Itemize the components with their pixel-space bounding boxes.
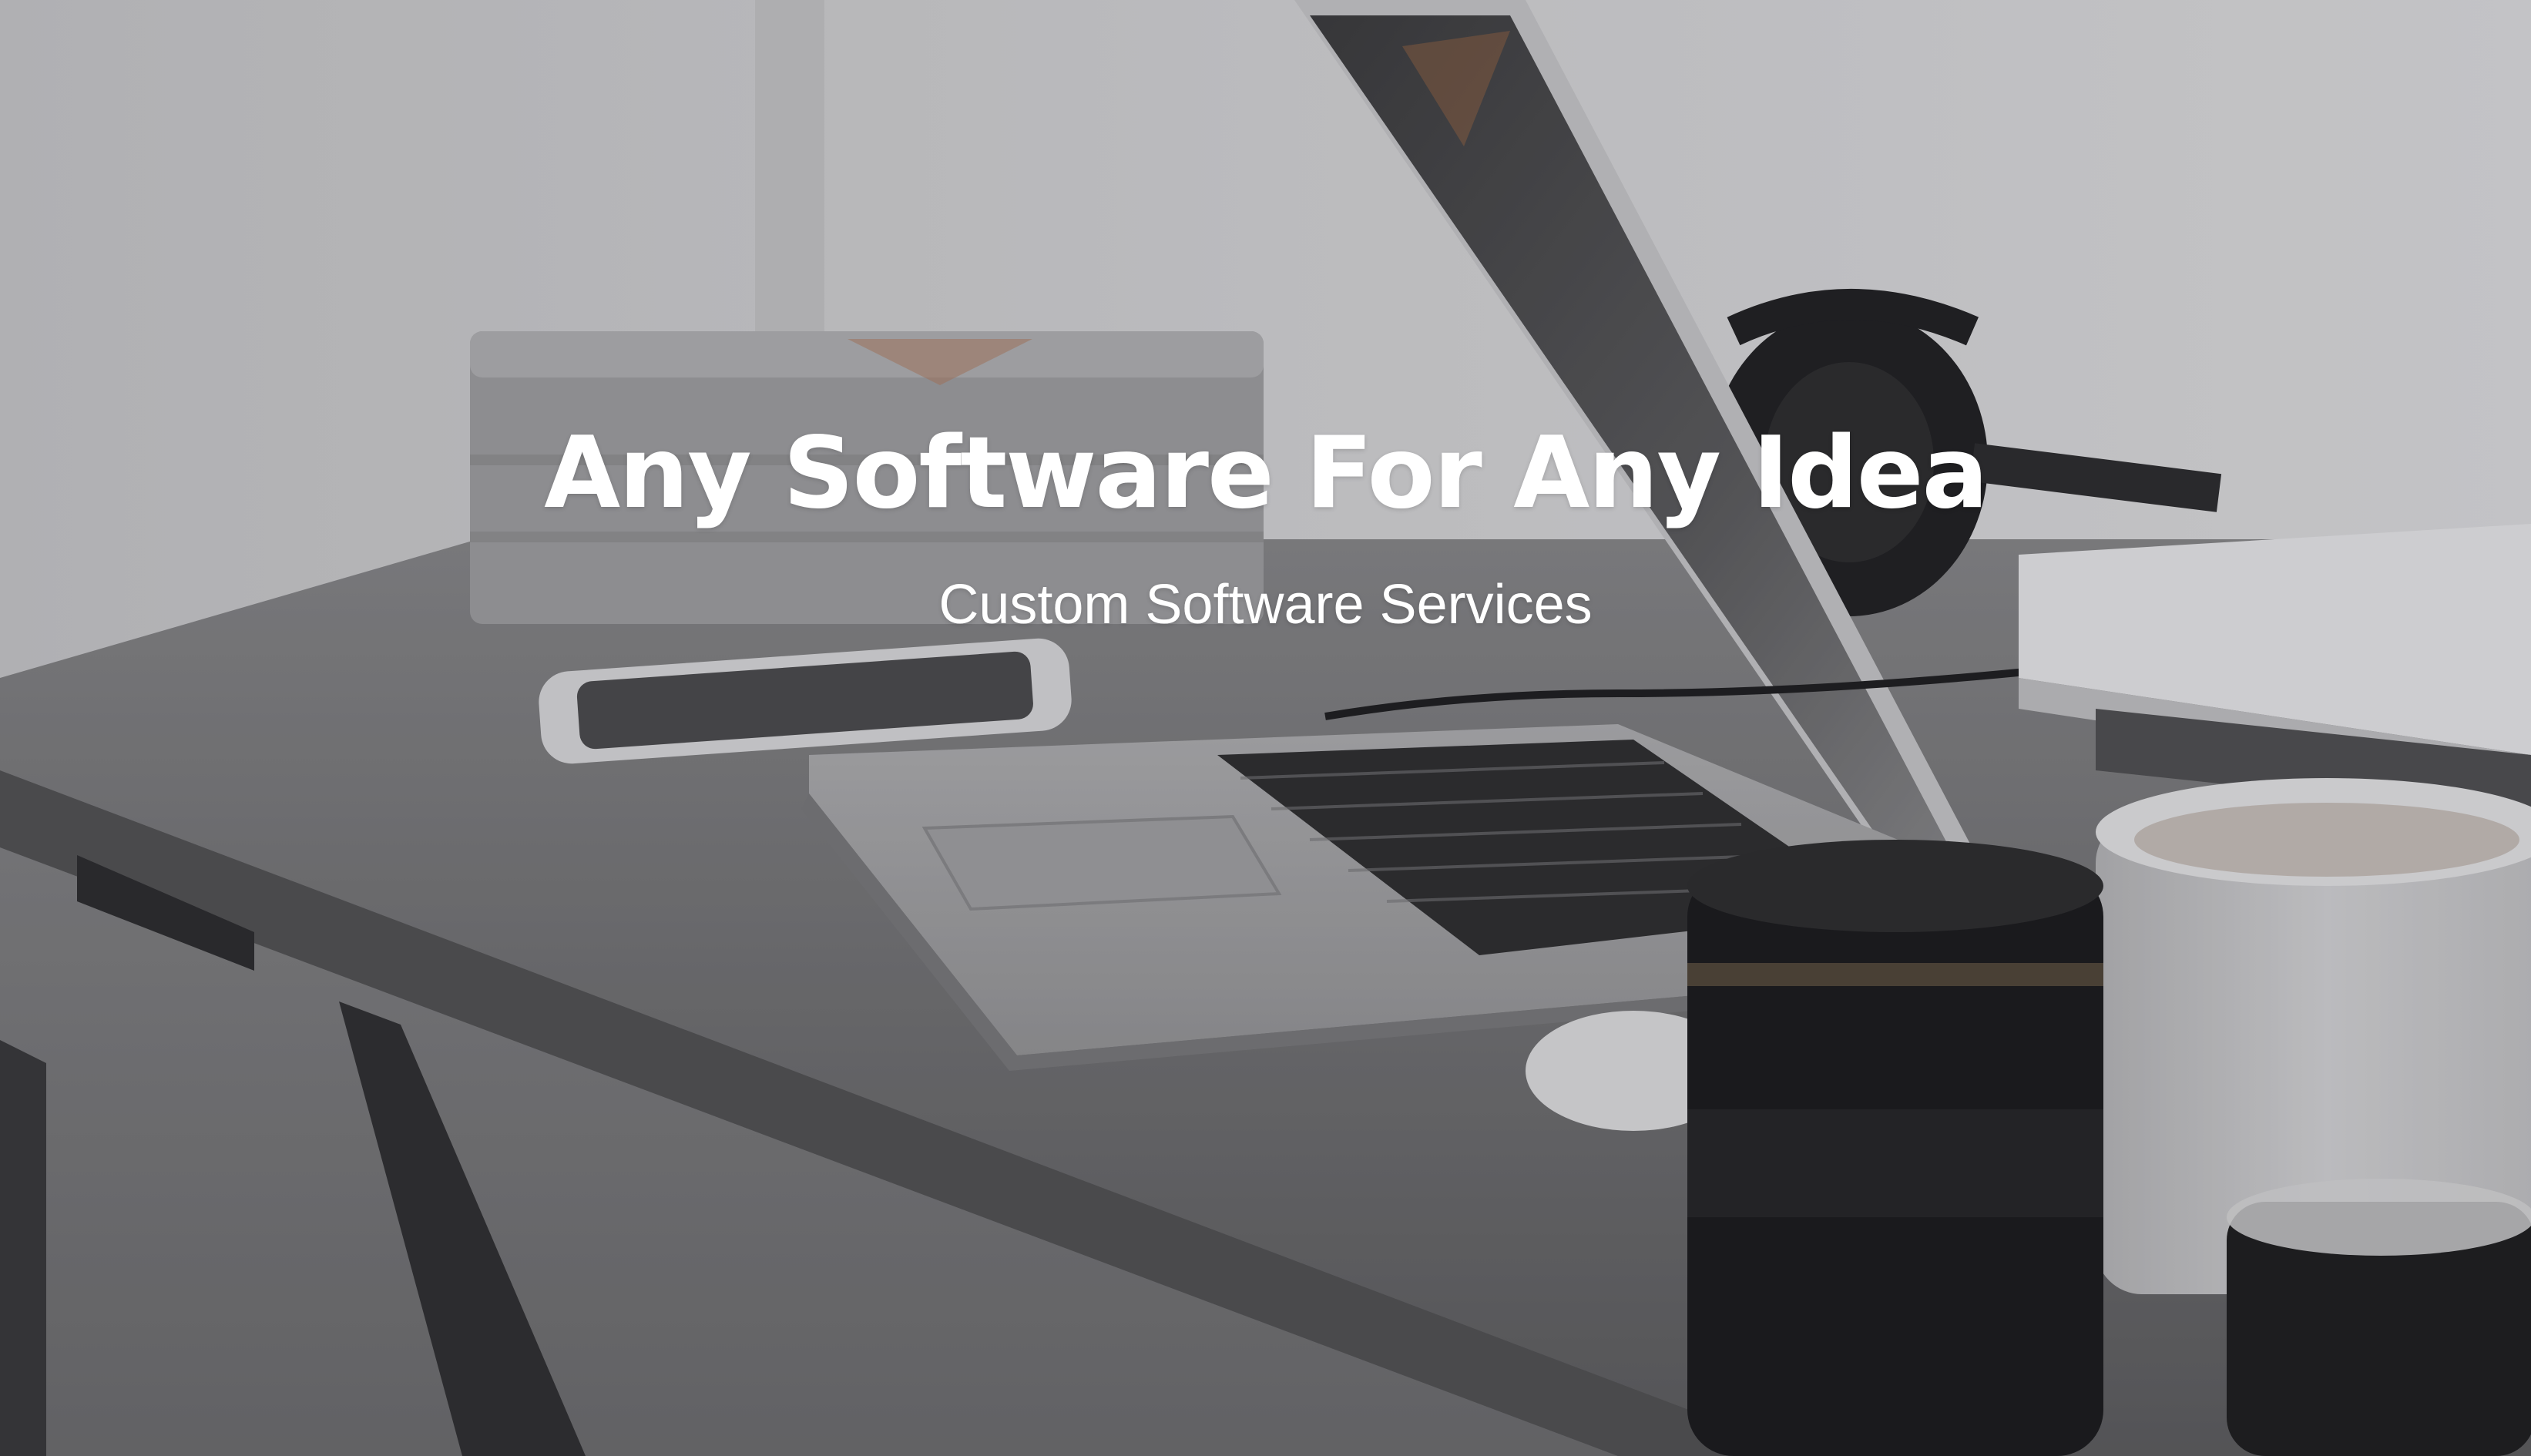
hero-dark-overlay xyxy=(0,0,2531,1456)
hero-subtitle: Custom Software Services xyxy=(938,574,1593,636)
hero-title: Any Software For Any Idea xyxy=(544,416,1989,531)
hero-section: Any Software For Any Idea Custom Softwar… xyxy=(0,0,2531,1456)
